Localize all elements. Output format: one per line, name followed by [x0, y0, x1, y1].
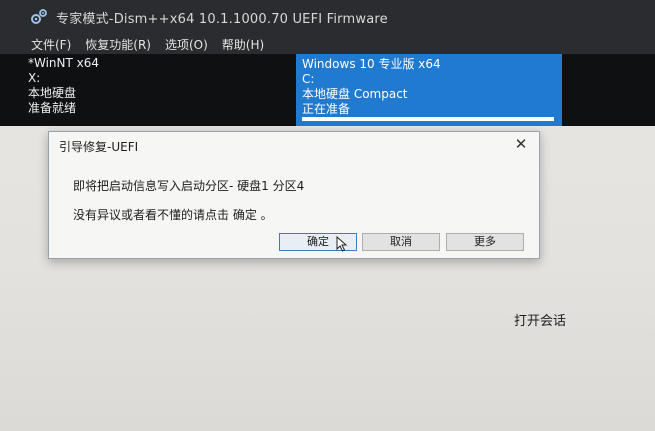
session-bar: *WinNT x64 X: 本地硬盘 准备就绪 Windows 10 专业版 x… [0, 54, 655, 126]
title-bar: 专家模式-Dism++x64 10.1.1000.70 UEFI Firmwar… [0, 0, 655, 34]
session-windows10[interactable]: Windows 10 专业版 x64 C: 本地硬盘 Compact 正在准备 [296, 54, 562, 126]
session-status: 准备就绪 [28, 101, 77, 115]
menu-restore[interactable]: 恢复功能(R) [78, 36, 158, 53]
window-title: 专家模式-Dism++x64 10.1.1000.70 UEFI Firmwar… [56, 11, 388, 27]
session-disk: 本地硬盘 Compact [302, 87, 408, 101]
session-progress-fill [302, 117, 554, 121]
cancel-button[interactable]: 取消 [362, 233, 440, 251]
menu-help[interactable]: 帮助(H) [215, 36, 271, 53]
session-progress [302, 117, 554, 121]
menu-options[interactable]: 选项(O) [158, 36, 215, 53]
dialog-hint: 没有异议或者看不懂的请点击 确定 。 [73, 208, 273, 222]
menu-bar: 文件(F) 恢复功能(R) 选项(O) 帮助(H) [0, 34, 655, 54]
mouse-cursor-icon [336, 236, 348, 252]
more-button[interactable]: 更多 [446, 233, 524, 251]
session-drive: X: [28, 71, 41, 85]
session-name: *WinNT x64 [28, 56, 100, 70]
session-status: 正在准备 [302, 102, 351, 116]
screen: 专家模式-Dism++x64 10.1.1000.70 UEFI Firmwar… [0, 0, 655, 431]
menu-file[interactable]: 文件(F) [24, 36, 78, 53]
session-winnt[interactable]: *WinNT x64 X: 本地硬盘 准备就绪 [28, 56, 99, 116]
session-drive: C: [302, 72, 315, 86]
session-disk: 本地硬盘 [28, 86, 77, 100]
boot-repair-dialog: 引导修复-UEFI ✕ 即将把启动信息写入启动分区- 硬盘1 分区4 没有异议或… [48, 131, 540, 259]
close-icon[interactable]: ✕ [511, 135, 531, 153]
session-name: Windows 10 专业版 x64 [302, 57, 441, 71]
dialog-message: 即将把启动信息写入启动分区- 硬盘1 分区4 [73, 179, 305, 193]
open-session-link[interactable]: 打开会话 [514, 310, 566, 329]
dialog-title: 引导修复-UEFI [59, 140, 139, 154]
gears-icon [30, 8, 48, 26]
